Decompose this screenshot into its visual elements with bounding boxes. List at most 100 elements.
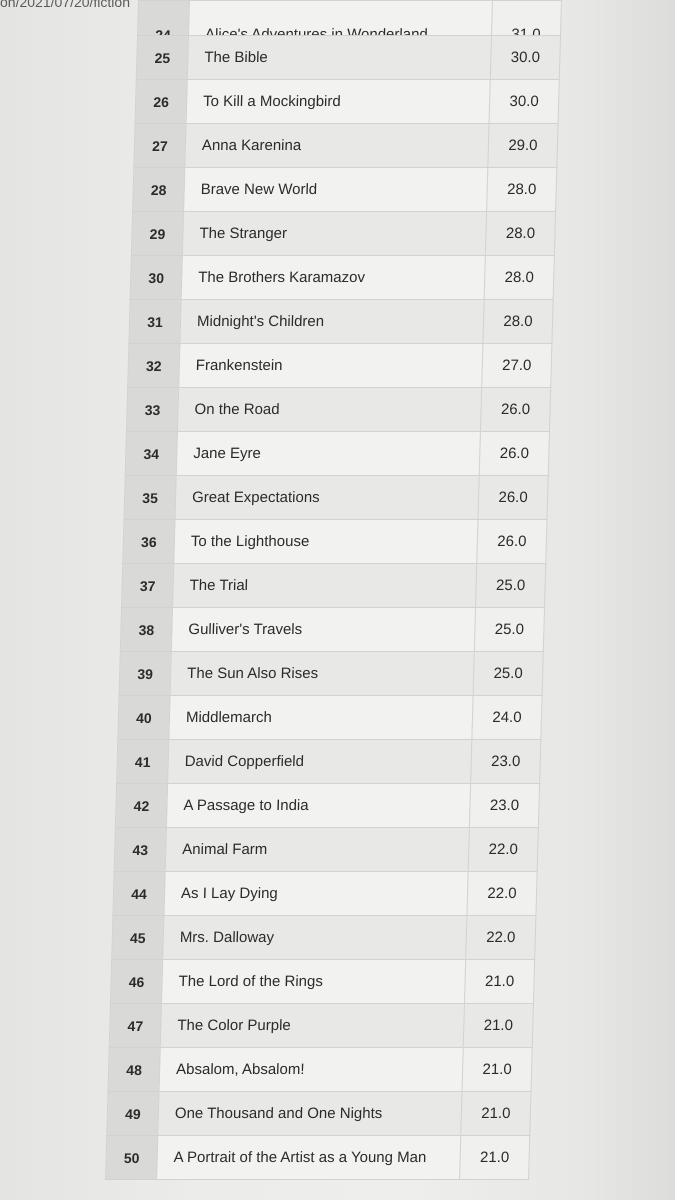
table-row: 45 Mrs. Dalloway 22.0 — [111, 915, 536, 960]
score-cell-text: 25.0 — [495, 577, 526, 594]
score-cell-text: 23.0 — [490, 753, 521, 770]
table-row: 37 The Trial 25.0 — [121, 563, 546, 608]
score-cell-text: 22.0 — [488, 841, 519, 858]
table-row: 39 The Sun Also Rises 25.0 — [119, 651, 544, 696]
score-cell: 29.0 — [487, 123, 559, 168]
title-cell: The Lord of the Rings — [161, 959, 466, 1004]
title-cell: Mrs. Dalloway — [162, 915, 467, 960]
rank-cell: 41 — [116, 739, 169, 784]
score-cell-text: 30.0 — [509, 93, 539, 110]
score-cell-text: 29.0 — [508, 137, 538, 154]
score-cell: 22.0 — [466, 871, 538, 916]
title-cell: Animal Farm — [165, 827, 470, 872]
score-cell-text: 21.0 — [483, 1017, 514, 1034]
rank-cell-text: 41 — [134, 753, 151, 770]
score-cell: 21.0 — [460, 1091, 532, 1136]
rank-cell: 36 — [122, 519, 175, 564]
rank-cell: 26 — [135, 79, 188, 124]
rank-cell: 29 — [131, 211, 184, 256]
score-cell-text: 28.0 — [506, 181, 537, 198]
title-cell-text: Frankenstein — [195, 357, 283, 374]
title-cell: To the Lighthouse — [173, 519, 478, 564]
rank-cell-text: 37 — [139, 577, 156, 594]
table-row: 42 A Passage to India 23.0 — [115, 783, 540, 828]
rank-cell-text: 39 — [137, 665, 154, 682]
score-cell: 26.0 — [477, 475, 549, 520]
rank-cell: 49 — [106, 1091, 160, 1136]
table-row: 32 Frankenstein 27.0 — [127, 343, 552, 388]
title-cell: The Sun Also Rises — [170, 651, 475, 696]
rank-cell: 32 — [127, 343, 180, 388]
score-cell-text: 21.0 — [482, 1061, 512, 1078]
rank-cell: 24 — [137, 0, 190, 36]
score-cell: 21.0 — [463, 1003, 534, 1048]
score-cell-text: 25.0 — [493, 665, 524, 682]
score-cell: 30.0 — [490, 35, 561, 80]
title-cell: Middlemarch — [168, 695, 474, 740]
title-cell-text: A Portrait of the Artist as a Young Man — [173, 1149, 427, 1166]
table-row: 38 Gulliver's Travels 25.0 — [120, 607, 545, 652]
title-cell: On the Road — [177, 387, 482, 432]
score-cell: 25.0 — [474, 607, 545, 652]
title-cell: Absalom, Absalom! — [159, 1047, 464, 1092]
title-cell: A Passage to India — [166, 783, 471, 828]
title-cell: Gulliver's Travels — [171, 607, 476, 652]
title-cell-text: Animal Farm — [182, 841, 268, 858]
table-row: 43 Animal Farm 22.0 — [114, 827, 539, 872]
rank-cell-text: 27 — [151, 137, 168, 154]
title-cell-text: Alice's Adventures in Wonderland — [204, 26, 428, 36]
rank-cell-text: 24 — [155, 27, 172, 36]
score-cell-text: 26.0 — [498, 489, 528, 506]
rank-cell: 38 — [120, 607, 173, 652]
rank-cell: 44 — [112, 871, 166, 916]
score-cell-text: 26.0 — [499, 445, 530, 462]
title-cell: The Color Purple — [160, 1003, 465, 1048]
title-cell-text: The Brothers Karamazov — [198, 269, 366, 286]
table-row: 40 Middlemarch 24.0 — [117, 695, 543, 740]
rank-cell: 25 — [136, 35, 189, 80]
score-cell: 26.0 — [479, 431, 550, 476]
rank-cell-text: 30 — [148, 269, 165, 286]
score-cell: 22.0 — [465, 915, 536, 960]
rank-cell-text: 38 — [138, 621, 155, 638]
rank-cell-text: 34 — [143, 445, 160, 462]
title-cell-text: Gulliver's Travels — [188, 621, 303, 638]
title-cell-text: Mrs. Dalloway — [179, 929, 275, 946]
rank-cell: 43 — [114, 827, 167, 872]
title-cell-text: The Color Purple — [177, 1017, 291, 1034]
title-cell: Great Expectations — [174, 475, 480, 520]
rank-cell-text: 40 — [135, 709, 152, 726]
title-cell: Frankenstein — [178, 343, 483, 388]
table-row: 46 The Lord of the Rings 21.0 — [110, 959, 535, 1004]
table-row: 50 A Portrait of the Artist as a Young Ma… — [105, 1135, 530, 1180]
score-cell: 21.0 — [459, 1135, 530, 1180]
table-row: 25 The Bible 30.0 — [136, 35, 561, 80]
title-cell: To Kill a Mockingbird — [186, 79, 491, 124]
photo-shadow — [585, 0, 675, 1200]
title-cell: Jane Eyre — [176, 431, 481, 476]
title-cell: As I Lay Dying — [163, 871, 469, 916]
rank-cell: 47 — [109, 1003, 162, 1048]
rank-cell-text: 33 — [144, 401, 161, 418]
rank-cell-text: 28 — [150, 181, 167, 198]
score-cell-text: 24.0 — [492, 709, 522, 726]
score-cell: 30.0 — [489, 79, 560, 124]
title-cell: The Brothers Karamazov — [181, 255, 486, 300]
score-cell: 27.0 — [481, 343, 552, 388]
score-cell: 23.0 — [470, 739, 541, 784]
score-cell: 28.0 — [486, 167, 557, 212]
score-cell-text: 23.0 — [489, 797, 520, 814]
score-cell: 25.0 — [475, 563, 546, 608]
title-cell-text: Anna Karenina — [201, 137, 302, 154]
score-cell-text: 26.0 — [500, 401, 531, 418]
rank-cell-text: 32 — [145, 357, 162, 374]
title-cell-text: One Thousand and One Nights — [174, 1105, 383, 1122]
rank-cell-text: 26 — [153, 93, 170, 110]
rank-cell: 33 — [126, 387, 179, 432]
rank-cell: 30 — [130, 255, 183, 300]
score-cell-text: 27.0 — [501, 357, 532, 374]
table-row: 30 The Brothers Karamazov 28.0 — [130, 255, 555, 300]
rank-cell: 45 — [111, 915, 164, 960]
score-cell-text: 25.0 — [494, 621, 525, 638]
table-row: 48 Absalom, Absalom! 21.0 — [108, 1047, 533, 1092]
